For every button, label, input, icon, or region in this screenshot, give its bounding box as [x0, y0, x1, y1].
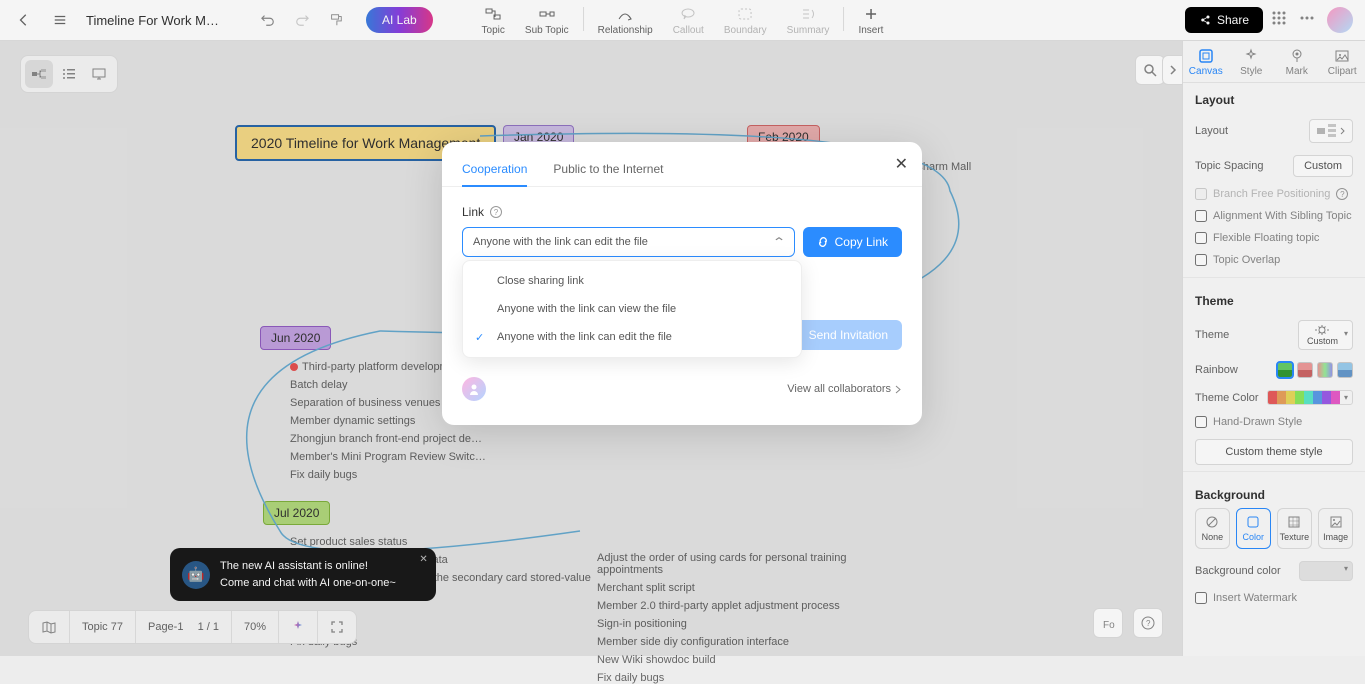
- dropdown-item-view[interactable]: Anyone with the link can view the file: [463, 295, 801, 323]
- link-icon: [817, 236, 829, 248]
- person-icon: [468, 383, 480, 395]
- link-permission-select[interactable]: Anyone with the link can edit the file: [462, 227, 795, 257]
- view-all-collaborators[interactable]: View all collaborators: [787, 383, 902, 395]
- link-label: Link: [462, 205, 484, 219]
- info-icon[interactable]: ?: [490, 206, 502, 218]
- dropdown-item-label: Anyone with the link can edit the file: [497, 331, 672, 343]
- dropdown-item-close[interactable]: Close sharing link: [463, 267, 801, 295]
- view-all-label: View all collaborators: [787, 383, 891, 395]
- close-icon[interactable]: ✕: [895, 154, 908, 174]
- tab-cooperation[interactable]: Cooperation: [462, 162, 527, 186]
- mindmap-item[interactable]: Fix daily bugs: [597, 672, 664, 684]
- share-modal: ✕ Cooperation Public to the Internet Lin…: [442, 142, 922, 425]
- tab-public[interactable]: Public to the Internet: [553, 162, 663, 186]
- dropdown-item-edit[interactable]: ✓ Anyone with the link can edit the file: [463, 323, 801, 351]
- copy-link-button[interactable]: Copy Link: [803, 227, 902, 257]
- link-permission-dropdown: Close sharing link Anyone with the link …: [462, 260, 802, 358]
- copy-link-label: Copy Link: [835, 235, 888, 249]
- check-icon: ✓: [475, 331, 484, 344]
- send-invitation-label: Send Invitation: [809, 328, 888, 342]
- chevron-right-icon: [895, 385, 902, 394]
- collaborator-avatar[interactable]: [462, 377, 486, 401]
